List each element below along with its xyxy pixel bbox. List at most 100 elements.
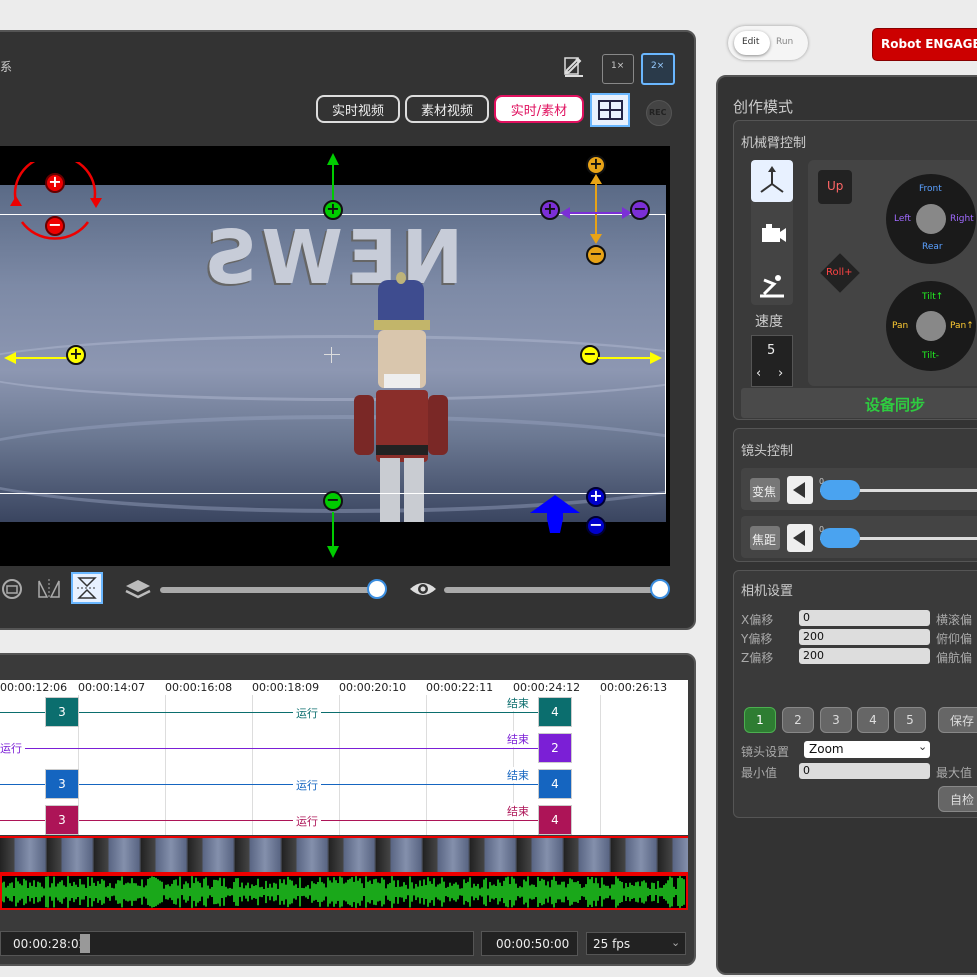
eye-opacity-slider[interactable] [444, 587, 660, 593]
focus-left-icon[interactable] [787, 524, 813, 552]
pan-plus-icon[interactable]: + [540, 200, 560, 220]
layer-opacity-slider[interactable] [160, 587, 378, 593]
track4-keyframe-end[interactable]: 4 [538, 805, 572, 835]
layer-opacity-thumb[interactable] [367, 579, 387, 599]
tab-live-video[interactable]: 实时视频 [316, 95, 400, 123]
chevron-right-icon[interactable]: › [778, 366, 783, 381]
device-sync-button[interactable]: 设备同步 [741, 388, 977, 418]
y-offset-input[interactable]: 200 [799, 629, 930, 645]
lens-setting-label: 镜头设置 [741, 745, 790, 759]
x-offset-input[interactable]: 0 [799, 610, 930, 626]
chevron-left-icon[interactable]: ‹ [756, 366, 761, 381]
robot-status-button[interactable]: Robot ENGAGED [872, 28, 977, 61]
layers-icon [124, 578, 152, 600]
pan-minus-icon[interactable]: − [630, 200, 650, 220]
preset-button-3[interactable]: 3 [820, 707, 852, 733]
roll-plus-button[interactable]: Roll+ [820, 253, 860, 293]
arm-mode-icon[interactable] [756, 272, 788, 300]
max-value-label: 最大值 [936, 766, 973, 780]
current-time-bar[interactable]: 00:00:28:02 [0, 931, 474, 956]
flip-vertical-icon[interactable] [71, 572, 103, 604]
tilt-minus-icon[interactable]: − [586, 245, 606, 265]
eye-opacity-thumb[interactable] [650, 579, 670, 599]
track2-end-label: 结束 [504, 731, 532, 747]
min-value-input[interactable]: 0 [799, 763, 930, 779]
zoom-plus-icon[interactable]: + [586, 487, 606, 507]
track1-run-label: 运行 [293, 705, 321, 721]
tilt-plus-icon[interactable]: + [586, 155, 606, 175]
timeline-tracks[interactable]: 3 运行 结束 4 运行 结束 2 3 运行 结束 4 3 运行 结束 4 [0, 695, 688, 835]
roll-offset-label: 横滚偏 [936, 613, 973, 627]
left-arrow-icon [4, 349, 68, 364]
audio-waveform[interactable] [0, 874, 688, 910]
preset-button-2[interactable]: 2 [782, 707, 814, 733]
tick-label: 00:00:26:13 [600, 681, 668, 694]
pan-tilt-joystick[interactable]: Tilt↑ Pan Pan↑ Tilt- [886, 281, 976, 371]
timeline-ruler[interactable]: 00:00:12:06 00:00:14:07 00:00:16:08 00:0… [0, 680, 688, 696]
flip-horizontal-icon[interactable] [37, 577, 61, 601]
total-time: 00:00:50:00 [496, 937, 570, 951]
speed-stepper[interactable]: 5 ‹ › [751, 335, 793, 387]
track3-keyframe-end[interactable]: 4 [538, 769, 572, 799]
tick-label: 00:00:24:12 [513, 681, 581, 694]
grid-layout-icon[interactable] [590, 93, 630, 127]
up-button[interactable]: Up [818, 170, 852, 204]
track-line [0, 748, 555, 749]
zoom-button[interactable]: 变焦 [750, 478, 780, 502]
x-offset-label: X偏移 [741, 613, 774, 627]
track1-keyframe-start[interactable]: 3 [45, 697, 79, 727]
tick-label: 00:00:12:06 [0, 681, 68, 694]
tick-label: 00:00:14:07 [78, 681, 146, 694]
down-arrow-icon [327, 512, 339, 558]
track-line [0, 712, 555, 713]
speed-value: 5 [767, 343, 776, 358]
move-down-minus-icon[interactable]: − [323, 491, 343, 511]
chevron-down-icon: ⌄ [918, 740, 928, 753]
track1-keyframe-end[interactable]: 4 [538, 697, 572, 727]
self-check-button[interactable]: 自检 [938, 786, 977, 812]
focus-slider-thumb[interactable] [820, 528, 860, 548]
pitch-offset-label: 俯仰偏 [936, 632, 973, 646]
video-thumbnail-strip[interactable] [0, 836, 688, 874]
move-left-plus-icon[interactable]: + [66, 345, 86, 365]
preset-button-4[interactable]: 4 [857, 707, 889, 733]
lens-setting-select[interactable]: Zoom ⌄ [804, 740, 930, 758]
rec-button[interactable]: REC [646, 100, 672, 126]
move-right-minus-icon[interactable]: − [580, 345, 600, 365]
focus-button[interactable]: 焦距 [750, 526, 780, 550]
zoom-minus-icon[interactable]: − [586, 516, 606, 536]
rotate-icon[interactable] [0, 577, 24, 601]
camera-mode-icon[interactable] [756, 222, 788, 246]
playhead-line [0, 910, 688, 920]
tick-label: 00:00:22:11 [426, 681, 494, 694]
video-title: 系 [0, 60, 13, 74]
roll-minus-icon[interactable]: − [45, 216, 65, 236]
track2-keyframe-end[interactable]: 2 [538, 733, 572, 763]
track4-end-label: 结束 [504, 803, 532, 819]
axis-mode-icon[interactable] [751, 160, 793, 202]
z-offset-input[interactable]: 200 [799, 648, 930, 664]
position-joystick[interactable]: Front Left Right Rear [886, 174, 976, 264]
fps-select[interactable]: 25 fps ⌄ [586, 932, 686, 955]
edit-icon[interactable] [562, 55, 586, 79]
z-offset-label: Z偏移 [741, 651, 774, 665]
preset-button-1[interactable]: 1 [744, 707, 776, 733]
zoom-2x-button[interactable]: 2× [641, 53, 675, 85]
preset-button-5[interactable]: 5 [894, 707, 926, 733]
roll-plus-icon[interactable]: + [45, 173, 65, 193]
save-button[interactable]: 保存 [938, 707, 977, 733]
zoom-left-icon[interactable] [787, 476, 813, 504]
tab-live-media[interactable]: 实时/素材 [494, 95, 584, 123]
zoom-1x-button[interactable]: 1× [602, 54, 634, 84]
tab-media-video[interactable]: 素材视频 [405, 95, 489, 123]
center-crosshair [324, 347, 340, 363]
track3-keyframe-start[interactable]: 3 [45, 769, 79, 799]
yaw-offset-label: 偏航偏 [936, 651, 973, 665]
edit-run-toggle[interactable]: Edit Run [728, 26, 808, 60]
blue-up-arrow-icon[interactable] [530, 495, 580, 535]
track-line [0, 784, 555, 785]
move-up-plus-icon[interactable]: + [323, 200, 343, 220]
track4-keyframe-start[interactable]: 3 [45, 805, 79, 835]
robot-status-label: Robot ENGAGED [881, 37, 977, 51]
zoom-slider-thumb[interactable] [820, 480, 860, 500]
